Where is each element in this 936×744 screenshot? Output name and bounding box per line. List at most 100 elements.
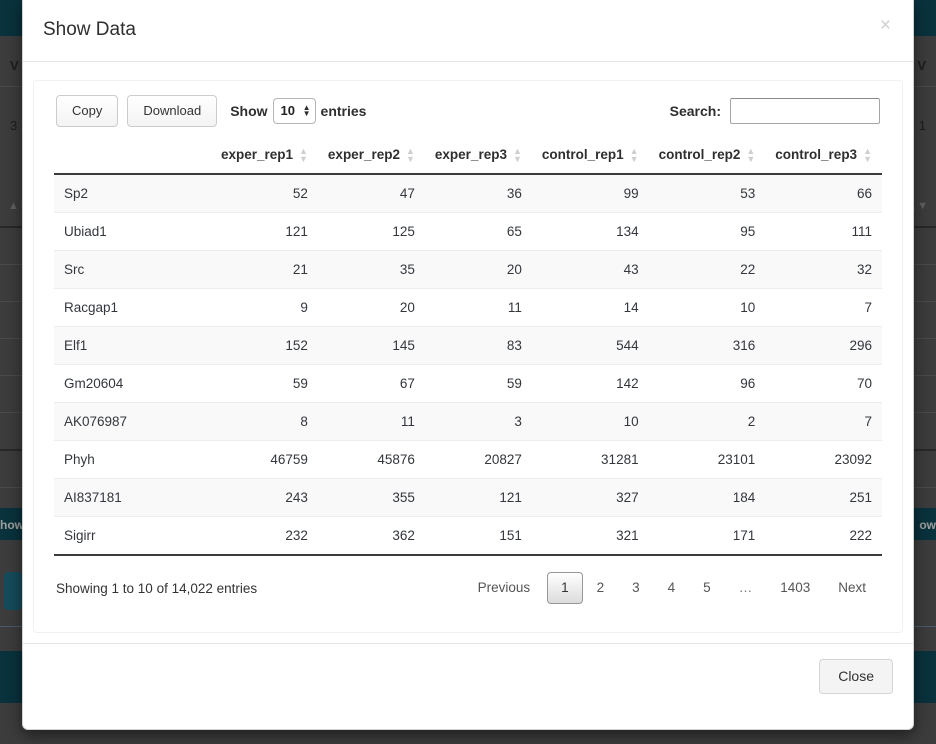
cell-exper-rep1: 8 [210,402,318,442]
cell-control-rep2: 95 [648,212,766,252]
table-row[interactable]: Gm20604 59 67 59 142 96 70 [54,364,882,404]
close-icon[interactable]: × [874,12,897,39]
cell-exper-rep3: 20827 [424,440,532,480]
cell-exper-rep1: 21 [210,250,318,290]
sort-icon[interactable]: ▲ ▼ [746,147,755,164]
pagination-page-4[interactable]: 4 [654,572,690,604]
column-header-control-rep3[interactable]: control_rep3 ▲ ▼ [765,138,882,176]
sort-icon[interactable]: ▲ ▼ [406,147,415,164]
cell-exper-rep1: 243 [210,478,318,518]
table-row[interactable]: AI837181 243 355 121 327 184 251 [54,478,882,518]
cell-exper-rep1: 46759 [210,440,318,480]
cell-control-rep2: 2 [648,402,766,442]
show-data-modal: Show Data × Copy Download Show 10 ▲ ▼ en… [22,0,914,730]
table-row[interactable]: Phyh 46759 45876 20827 31281 23101 23092 [54,440,882,480]
data-table-panel: Copy Download Show 10 ▲ ▼ entries Search… [33,80,903,633]
cell-gene: Racgap1 [54,288,211,328]
cell-gene: Sigirr [54,516,211,557]
pagination-page-5[interactable]: 5 [689,572,725,604]
cell-control-rep3: 111 [765,212,882,252]
copy-button[interactable]: Copy [56,95,119,127]
sort-icon[interactable]: ▲ ▼ [513,147,522,164]
table-row[interactable]: Sp2 52 47 36 99 53 66 [54,174,882,214]
pagination-page-1[interactable]: 1 [547,572,583,605]
chevron-down-icon[interactable]: ▼ [303,109,311,117]
table-header-row: exper_rep1 ▲ ▼ exper_rep2 ▲ ▼ exper_rep3 ▲ ▼ c… [54,138,882,176]
cell-exper-rep3: 65 [424,212,532,252]
cell-control-rep1: 544 [531,326,649,366]
cell-control-rep2: 22 [648,250,766,290]
cell-exper-rep2: 145 [317,326,425,366]
pagination: Previous 1 2 3 4 5 … 1403 Next [464,572,880,605]
cell-exper-rep2: 125 [317,212,425,252]
cell-exper-rep2: 35 [317,250,425,290]
pagination-page-2[interactable]: 2 [583,572,619,604]
close-button[interactable]: Close [819,659,893,694]
modal-footer: Close [23,643,913,729]
column-header-control-rep2-label: control_rep2 [658,146,741,162]
cell-exper-rep3: 3 [424,402,532,442]
cell-control-rep1: 31281 [531,440,649,480]
cell-control-rep1: 142 [531,364,649,404]
table-row[interactable]: AK076987 8 11 3 10 2 7 [54,402,882,442]
modal-body: Copy Download Show 10 ▲ ▼ entries Search… [23,62,913,643]
column-header-control-rep2[interactable]: control_rep2 ▲ ▼ [648,138,766,176]
cell-gene: Ubiad1 [54,212,211,252]
cell-control-rep2: 171 [648,516,766,557]
sort-icon[interactable]: ▲ ▼ [299,147,308,164]
cell-control-rep2: 53 [648,174,766,214]
cell-control-rep3: 32 [765,250,882,290]
pagination-next[interactable]: Next [824,572,880,604]
column-header-control-rep1-label: control_rep1 [541,146,624,162]
spinner-arrows-icon[interactable]: ▲ ▼ [303,103,311,117]
cell-exper-rep2: 20 [317,288,425,328]
cell-control-rep3: 251 [765,478,882,518]
cell-control-rep1: 99 [531,174,649,214]
cell-control-rep3: 296 [765,326,882,366]
table-row[interactable]: Ubiad1 121 125 65 134 95 111 [54,212,882,252]
pagination-page-last[interactable]: 1403 [766,572,824,604]
column-header-exper-rep3[interactable]: exper_rep3 ▲ ▼ [424,138,532,176]
cell-exper-rep3: 151 [424,516,532,557]
cell-control-rep3: 7 [765,402,882,442]
search-control: Search: [670,97,880,124]
cell-exper-rep1: 232 [210,516,318,557]
entries-label: entries [320,102,367,119]
cell-gene: Gm20604 [54,364,211,404]
table-row[interactable]: Sigirr 232 362 151 321 171 222 [54,516,882,557]
show-label: Show [230,102,268,119]
column-header-exper-rep1[interactable]: exper_rep1 ▲ ▼ [210,138,318,176]
download-button[interactable]: Download [127,95,218,127]
sort-icon[interactable]: ▲ ▼ [630,147,639,164]
search-input[interactable] [730,97,880,124]
cell-gene: Src [54,250,211,290]
datatable-toolbar: Copy Download Show 10 ▲ ▼ entries Search… [54,95,882,133]
cell-control-rep3: 7 [765,288,882,328]
column-header-control-rep1[interactable]: control_rep1 ▲ ▼ [531,138,649,176]
cell-exper-rep1: 152 [210,326,318,366]
column-header-gene[interactable] [54,138,211,176]
table-row[interactable]: Elf1 152 145 83 544 316 296 [54,326,882,366]
cell-control-rep1: 134 [531,212,649,252]
cell-control-rep1: 321 [531,516,649,557]
cell-control-rep2: 10 [648,288,766,328]
cell-control-rep2: 23101 [648,440,766,480]
column-header-exper-rep2[interactable]: exper_rep2 ▲ ▼ [317,138,425,176]
entries-stepper[interactable]: 10 ▲ ▼ [272,97,316,124]
cell-control-rep3: 23092 [765,440,882,480]
cell-gene: AK076987 [54,402,211,442]
table-row[interactable]: Src 21 35 20 43 22 32 [54,250,882,290]
pagination-previous[interactable]: Previous [464,572,548,604]
column-header-control-rep3-label: control_rep3 [775,146,858,162]
pagination-page-3[interactable]: 3 [618,572,654,604]
sort-icon[interactable]: ▲ ▼ [863,147,872,164]
column-header-exper-rep1-label: exper_rep1 [220,146,293,162]
cell-exper-rep3: 36 [424,174,532,214]
page-length-control: Show 10 ▲ ▼ entries [230,97,367,124]
cell-gene: Elf1 [54,326,211,366]
table-row[interactable]: Racgap1 9 20 11 14 10 7 [54,288,882,328]
cell-exper-rep2: 11 [317,402,425,442]
table-header: exper_rep1 ▲ ▼ exper_rep2 ▲ ▼ exper_rep3 ▲ ▼ c… [54,138,882,176]
data-table: exper_rep1 ▲ ▼ exper_rep2 ▲ ▼ exper_rep3 ▲ ▼ c… [54,138,882,557]
cell-exper-rep3: 11 [424,288,532,328]
